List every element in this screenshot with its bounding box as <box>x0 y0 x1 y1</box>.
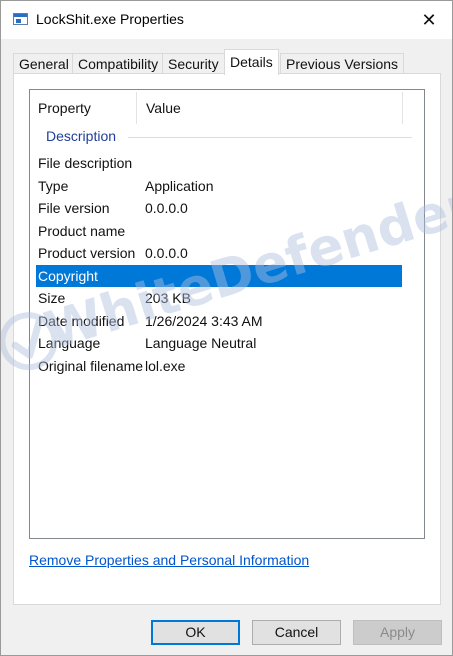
remove-properties-link[interactable]: Remove Properties and Personal Informati… <box>29 552 309 568</box>
list-item[interactable]: Size 203 KB <box>36 287 402 310</box>
property-value: 203 KB <box>145 290 191 306</box>
cancel-button[interactable]: Cancel <box>252 620 341 645</box>
list-item[interactable]: Date modified 1/26/2024 3:43 AM <box>36 310 402 333</box>
list-item[interactable]: Type Application <box>36 175 402 198</box>
group-divider <box>128 137 412 138</box>
column-header-value[interactable]: Value <box>146 100 181 116</box>
list-item-selected[interactable]: Copyright <box>36 264 402 287</box>
list-item[interactable]: Product name <box>36 220 402 243</box>
property-name: Language <box>38 335 101 351</box>
property-name: Date modified <box>38 312 125 329</box>
property-name: Type <box>38 177 69 194</box>
property-name: File description <box>38 155 133 171</box>
property-name: Product version <box>38 245 136 261</box>
list-item[interactable]: File version 0.0.0.0 <box>36 197 402 220</box>
property-name: Original filename <box>38 357 144 374</box>
list-item[interactable]: Product version 0.0.0.0 <box>36 242 402 265</box>
tab-details[interactable]: Details <box>224 49 279 75</box>
list-item[interactable]: File description <box>36 152 402 175</box>
title-bar[interactable]: LockShit.exe Properties ✕ <box>1 1 452 39</box>
list-item[interactable]: Original filename lol.exe <box>36 355 402 378</box>
details-list[interactable]: Property Value Description File descript… <box>29 89 425 539</box>
property-value: Application <box>145 177 214 194</box>
group-title-description: Description <box>46 128 117 144</box>
list-header: Property Value <box>30 90 424 126</box>
property-name: File version <box>38 200 110 216</box>
property-name: Size <box>38 290 66 306</box>
window-title: LockShit.exe Properties <box>36 11 184 27</box>
column-divider[interactable] <box>402 92 403 124</box>
column-divider[interactable] <box>136 92 137 124</box>
list-item[interactable]: Language Language Neutral <box>36 332 402 355</box>
close-icon: ✕ <box>421 9 437 30</box>
tab-security[interactable]: Security <box>162 53 225 73</box>
details-panel: Property Value Description File descript… <box>13 73 441 605</box>
tab-general[interactable]: General <box>13 53 75 73</box>
property-value: 0.0.0.0 <box>145 200 188 216</box>
ok-button[interactable]: OK <box>151 620 240 645</box>
apply-button[interactable]: Apply <box>353 620 442 645</box>
tab-compatibility[interactable]: Compatibility <box>72 53 165 73</box>
property-value: lol.exe <box>145 357 186 374</box>
properties-dialog: LockShit.exe Properties ✕ General Compat… <box>0 0 453 656</box>
tab-strip: General Compatibility Security Details P… <box>13 49 443 75</box>
close-button[interactable]: ✕ <box>406 1 452 39</box>
property-value: 0.0.0.0 <box>145 245 188 261</box>
tab-previous-versions[interactable]: Previous Versions <box>280 53 405 73</box>
property-name: Copyright <box>38 267 98 284</box>
property-value: Language Neutral <box>145 335 257 351</box>
property-rows: File description Type Application File v… <box>30 152 424 377</box>
property-value: 1/26/2024 3:43 AM <box>145 312 263 329</box>
column-header-property[interactable]: Property <box>38 100 91 116</box>
property-name: Product name <box>38 222 126 239</box>
window-app-icon <box>13 13 28 25</box>
